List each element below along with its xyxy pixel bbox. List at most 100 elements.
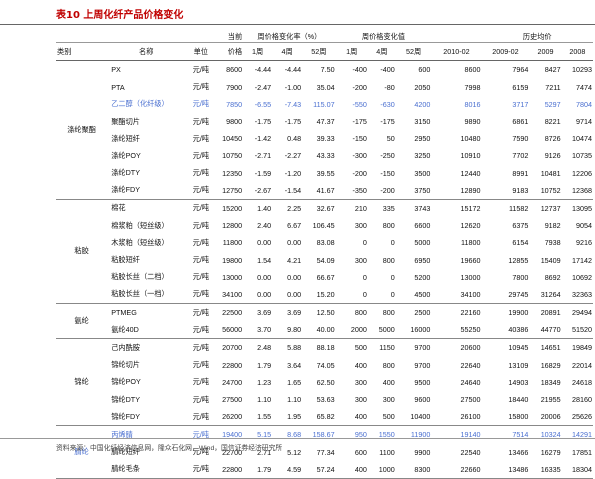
chg-1w: -400 <box>352 65 367 75</box>
pct-52w: 88.18 <box>316 343 335 353</box>
pct-4w: 3.69 <box>287 308 302 318</box>
unit-cell: 元/吨 <box>192 255 209 265</box>
hist-2008: 13095 <box>572 203 592 213</box>
chg-4w: 0 <box>367 285 396 304</box>
table-row: 锦纶DTY 元/吨 27500 1.10 1.10 53.63 300 300 9600 2750… <box>56 391 593 408</box>
hist-2009-02: 13486 <box>481 460 530 479</box>
chg-1w: 0 <box>362 272 367 282</box>
hist-2009-02: 40386 <box>481 321 530 340</box>
chg-52w: 3250 <box>414 151 431 161</box>
chg-4w: 335 <box>382 203 395 213</box>
hist-2009-02: 6154 <box>512 238 529 248</box>
pct-1w: 0.00 <box>243 285 273 304</box>
chg-1w: 0 <box>362 238 367 248</box>
chg-52w: 3150 <box>414 117 431 127</box>
header-h2: 2009-02 <box>481 42 530 62</box>
pct-52w: 7.50 <box>320 65 335 75</box>
hist-2009: 7211 <box>545 82 561 92</box>
table-row: 乙二醇（化纤级） 元/吨 7850 -6.55 -7.43 115.07 -550 -630 4… <box>56 96 593 113</box>
hist-2010-02: 10480 <box>460 134 481 144</box>
hist-2008: 10293 <box>572 65 592 75</box>
source-note: 资料来源：中国化纤经济信息网，隆众石化网，Wind，国信证券经济研究所 <box>56 445 283 452</box>
chg-52w: 4200 <box>414 99 431 109</box>
chg-52w: 16000 <box>395 321 432 340</box>
hist-2009: 8726 <box>544 134 561 144</box>
hist-2010-02: 55250 <box>431 321 482 340</box>
chg-52w: 6600 <box>414 221 431 231</box>
current-price: 20700 <box>222 343 243 353</box>
product-name: 涤纶DTY <box>111 168 140 178</box>
unit-cell: 元/吨 <box>192 99 209 109</box>
header-h4: 2008 <box>561 42 593 62</box>
pct-1w: 1.23 <box>257 377 272 387</box>
chg-4w: 1550 <box>378 430 395 440</box>
chg-4w: 800 <box>382 255 395 265</box>
product-name: 腈纶毛条 <box>107 460 186 479</box>
chg-1w: 400 <box>335 408 368 427</box>
hist-2008: 24618 <box>572 377 592 387</box>
pct-4w: 5.88 <box>287 343 302 353</box>
pct-52w: 54.09 <box>316 255 335 265</box>
pct-4w: 4.21 <box>287 255 302 265</box>
chg-1w: 500 <box>354 343 367 353</box>
hist-2009: 10324 <box>540 430 561 440</box>
hist-2009-02: 12855 <box>508 255 529 265</box>
pct-1w: -1.59 <box>254 168 272 178</box>
hist-2009: 10752 <box>529 181 562 200</box>
chg-1w: 300 <box>354 221 367 231</box>
chg-1w: 210 <box>354 203 367 213</box>
bottom-divider <box>0 438 595 439</box>
product-name: 棉浆粕（短丝级） <box>111 220 169 230</box>
header-current-top: 当前 <box>216 25 244 44</box>
hist-2010-02: 12440 <box>460 168 481 178</box>
chg-1w: 400 <box>335 460 368 479</box>
current-price: 12350 <box>222 168 243 178</box>
product-name: 己内酰胺 <box>111 342 140 352</box>
header-abs-change: 周价格变化值 <box>335 25 432 44</box>
current-price: 11800 <box>222 238 243 248</box>
chg-52w: 9600 <box>414 395 431 405</box>
hist-2008: 25626 <box>561 408 593 427</box>
unit-cell: 元/吨 <box>192 360 209 370</box>
hist-2008: 18304 <box>561 460 593 479</box>
pct-1w: -2.67 <box>243 181 273 200</box>
pct-4w: 6.67 <box>287 221 302 231</box>
pct-52w: 74.05 <box>316 360 335 370</box>
hist-2009-02: 15800 <box>481 408 530 427</box>
current-price: 10450 <box>222 134 243 144</box>
pct-1w: 2.48 <box>257 343 272 353</box>
pct-4w: -7.43 <box>284 99 302 109</box>
current-price: 22500 <box>222 308 243 318</box>
hist-2008: 51520 <box>561 321 593 340</box>
unit-cell: 元/吨 <box>192 82 209 92</box>
pct-52w: 106.45 <box>312 221 335 231</box>
chg-1w: 2000 <box>335 321 368 340</box>
product-name: 涤纶FDY <box>107 181 186 200</box>
product-name: 粘胶短纤 <box>111 255 140 265</box>
hist-2009: 10481 <box>540 168 561 178</box>
pct-52w: 32.67 <box>316 203 335 213</box>
product-name: 木浆粕（短丝级） <box>111 237 169 247</box>
pct-52w: 40.00 <box>302 321 336 340</box>
chg-4w: 800 <box>382 360 395 370</box>
pct-4w: 1.10 <box>287 395 302 405</box>
pct-1w: 1.79 <box>257 360 272 370</box>
product-name: 涤纶POY <box>111 150 141 160</box>
header-w1: 1周 <box>243 42 273 62</box>
hist-2009-02: 8991 <box>512 168 529 178</box>
pct-1w: -4.44 <box>254 65 272 75</box>
header-unit: 单位 <box>185 42 217 62</box>
chg-1w: -150 <box>352 134 367 144</box>
unit-cell: 元/吨 <box>185 321 217 340</box>
header-pct-change: 周价格变化率（%） <box>243 25 336 44</box>
hist-2008: 19849 <box>572 343 592 353</box>
product-name: 粘胶长丝（二档） <box>111 272 169 282</box>
table-row: 锦纶 己内酰胺 元/吨 20700 2.48 5.88 88.18 500 1150 9700 20… <box>56 338 593 427</box>
header-row-1: 当前 周价格变化率（%） 周价格变化值 历史均价 <box>56 25 593 44</box>
chg-4w: -200 <box>367 181 396 200</box>
product-name: 锦纶DTY <box>111 394 140 404</box>
unit-cell: 元/吨 <box>185 285 217 304</box>
category-cell: 氨纶 <box>56 303 108 340</box>
table-row: 涤纶POY 元/吨 10750 -2.71 -2.27 43.33 -300 -250 3250… <box>56 147 593 164</box>
table-row: 粘胶长丝（一档） 元/吨 34100 0.00 0.00 15.20 0 0 4500 34100… <box>56 285 593 304</box>
